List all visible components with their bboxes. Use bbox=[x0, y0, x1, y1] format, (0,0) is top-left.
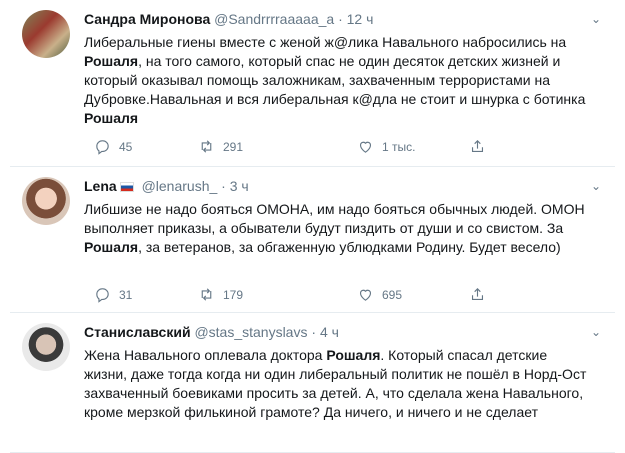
like-count: 1 тыс. bbox=[382, 139, 416, 154]
tweet-text-part: Жена Навального оплевала доктора bbox=[84, 347, 327, 363]
tweet-header: Lena @lenarush_ · 3 ч bbox=[84, 177, 249, 195]
share-icon bbox=[471, 288, 484, 301]
tweet-header: Станиславский @stas_stanyslavs · 4 ч bbox=[84, 323, 339, 341]
tweet-text-part: , за ветеранов, за обгаженную ублюдками … bbox=[138, 239, 561, 255]
tweet-text-highlight: Рошаля bbox=[84, 53, 139, 69]
tweet[interactable]: Сандра Миронова @Sandrrrraaaaa_a · 12 ч … bbox=[10, 0, 615, 167]
reply-count: 45 bbox=[119, 139, 133, 154]
russia-flag-icon bbox=[119, 182, 134, 192]
like-count: 695 bbox=[382, 287, 403, 302]
reply-button[interactable]: 45 bbox=[94, 138, 132, 155]
avatar[interactable] bbox=[22, 177, 70, 225]
author-name[interactable]: Сандра Миронова bbox=[84, 11, 210, 27]
tweet-text-highlight: Рошаля bbox=[326, 347, 381, 363]
chevron-down-icon[interactable]: ⌄ bbox=[589, 12, 603, 26]
like-icon bbox=[359, 141, 372, 153]
share-button[interactable] bbox=[469, 138, 486, 155]
reply-icon bbox=[96, 288, 109, 303]
like-button[interactable]: 695 bbox=[357, 286, 402, 303]
author-name[interactable]: Lena bbox=[84, 178, 117, 194]
like-icon bbox=[359, 289, 372, 301]
author-name[interactable]: Станиславский bbox=[84, 324, 191, 340]
like-button[interactable]: 1 тыс. bbox=[357, 138, 415, 155]
tweet-time[interactable]: 4 ч bbox=[320, 324, 339, 340]
author-handle[interactable]: @Sandrrrraaaaa_a bbox=[214, 11, 334, 27]
tweet-text: Либеральные гиены вместе с женой ж@лика … bbox=[84, 33, 589, 128]
retweet-count: 291 bbox=[223, 139, 244, 154]
retweet-icon bbox=[201, 140, 212, 153]
reply-count: 31 bbox=[119, 287, 133, 302]
share-button[interactable] bbox=[469, 286, 486, 303]
reply-icon bbox=[96, 140, 109, 155]
retweet-icon bbox=[201, 288, 212, 301]
separator-dot: · bbox=[338, 11, 343, 27]
share-icon bbox=[471, 140, 484, 153]
tweet-header: Сандра Миронова @Sandrrrraaaaa_a · 12 ч bbox=[84, 10, 373, 28]
retweet-button[interactable]: 291 bbox=[198, 138, 243, 155]
tweet-text-part: Либеральные гиены вместе с женой ж@лика … bbox=[84, 34, 567, 50]
separator-dot: · bbox=[311, 324, 317, 340]
author-handle[interactable]: @stas_stanyslavs bbox=[194, 324, 307, 340]
retweet-count: 179 bbox=[223, 287, 244, 302]
chevron-down-icon[interactable]: ⌄ bbox=[589, 325, 603, 339]
author-handle[interactable]: @lenarush_ bbox=[142, 178, 218, 194]
avatar[interactable] bbox=[22, 323, 70, 371]
retweet-button[interactable]: 179 bbox=[198, 286, 243, 303]
tweet[interactable]: Станиславский @stas_stanyslavs · 4 ч ⌄ Ж… bbox=[10, 313, 615, 453]
reply-button[interactable]: 31 bbox=[94, 286, 132, 303]
tweet-text-part: Либшизе не надо бояться ОМОНА, им надо б… bbox=[84, 201, 585, 236]
tweet-actions: 31 179 695 bbox=[84, 286, 504, 304]
tweet[interactable]: Lena @lenarush_ · 3 ч ⌄ Либшизе не надо … bbox=[10, 167, 615, 313]
chevron-down-icon[interactable]: ⌄ bbox=[589, 179, 603, 193]
tweet-text: Жена Навального оплевала доктора Рошаля.… bbox=[84, 346, 589, 422]
tweet-text-highlight: Рошаля bbox=[84, 110, 139, 126]
tweet-text: Либшизе не надо бояться ОМОНА, им надо б… bbox=[84, 200, 589, 257]
tweet-text-part: , на того самого, который спас не один д… bbox=[84, 53, 586, 107]
tweet-actions: 45 291 1 тыс. bbox=[84, 138, 504, 156]
tweet-time[interactable]: 3 ч bbox=[230, 178, 249, 194]
avatar[interactable] bbox=[22, 10, 70, 58]
separator-dot: · bbox=[221, 178, 226, 194]
tweet-text-highlight: Рошаля bbox=[84, 239, 139, 255]
tweet-time[interactable]: 12 ч bbox=[347, 11, 374, 27]
